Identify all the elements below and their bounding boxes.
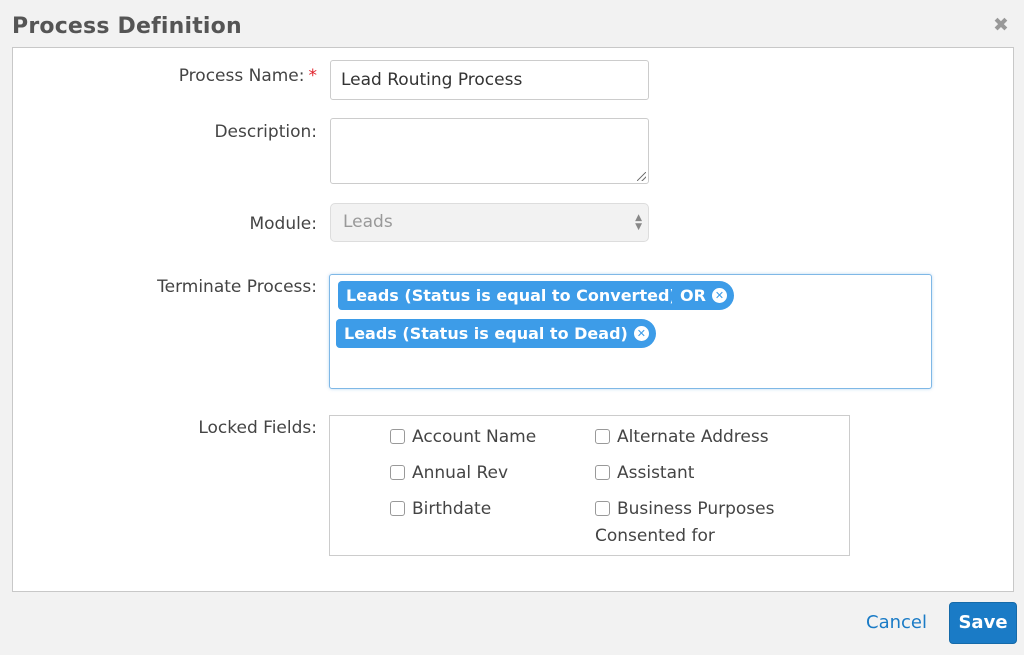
checkbox[interactable]: [390, 501, 405, 516]
module-label: Module:: [249, 214, 317, 234]
required-mark: *: [308, 66, 318, 86]
cancel-button[interactable]: Cancel: [866, 612, 927, 633]
terminate-process-label: Terminate Process:: [157, 277, 317, 297]
locked-field-option: Annual Rev: [390, 460, 508, 487]
checkbox[interactable]: [595, 465, 610, 480]
option-label: Assistant: [617, 463, 695, 483]
module-select: Leads ▲ ▼: [330, 203, 649, 242]
locked-field-option: Assistant: [595, 460, 694, 487]
locked-fields-list: Account Name Alternate Address Annual Re…: [329, 415, 850, 556]
checkbox[interactable]: [595, 429, 610, 444]
process-name-label: Process Name: *: [179, 66, 317, 86]
description-textarea[interactable]: [330, 118, 649, 184]
checkbox[interactable]: [595, 501, 610, 516]
checkbox[interactable]: [390, 465, 405, 480]
locked-field-option: Business Purposes: [595, 496, 774, 523]
description-wrapper: [330, 118, 649, 184]
option-label: Alternate Address: [617, 427, 769, 447]
select-arrows-icon: ▲ ▼: [635, 213, 642, 232]
save-button[interactable]: Save: [949, 602, 1017, 644]
process-name-label-text: Process Name:: [178, 66, 305, 86]
checkbox[interactable]: [390, 429, 405, 444]
remove-token-icon[interactable]: ✕: [711, 288, 727, 303]
locked-field-option: Birthdate: [390, 496, 491, 523]
criteria-token: Leads (Status is equal to Dead) ✕: [336, 319, 656, 348]
option-label: Birthdate: [412, 499, 492, 519]
locked-field-option: Account Name: [390, 424, 536, 451]
option-label-continuation: Consented for: [595, 526, 715, 546]
process-name-input[interactable]: [330, 60, 649, 100]
option-label: Account Name: [412, 427, 537, 447]
locked-fields-label: Locked Fields:: [198, 418, 317, 438]
criteria-token: Leads (Status is equal to Converted) ✕: [338, 281, 705, 310]
criteria-token-label: Leads (Status is equal to Dead): [344, 324, 628, 343]
resize-grip-icon[interactable]: [637, 172, 646, 181]
terminate-process-field[interactable]: Leads (Status is equal to Converted) ✕ O…: [329, 274, 932, 389]
operator-token: OR ✕: [672, 281, 734, 310]
option-label: Annual Rev: [412, 463, 509, 483]
option-label: Business Purposes: [617, 499, 775, 519]
criteria-token-label: Leads (Status is equal to Converted): [346, 286, 677, 305]
description-label: Description:: [214, 122, 317, 142]
operator-token-label: OR: [680, 286, 706, 305]
module-select-value: Leads: [343, 212, 393, 232]
remove-token-icon[interactable]: ✕: [633, 326, 649, 341]
dialog-title: Process Definition: [12, 14, 242, 39]
locked-field-option: Alternate Address: [595, 424, 769, 451]
close-icon[interactable]: ✖: [990, 13, 1012, 37]
